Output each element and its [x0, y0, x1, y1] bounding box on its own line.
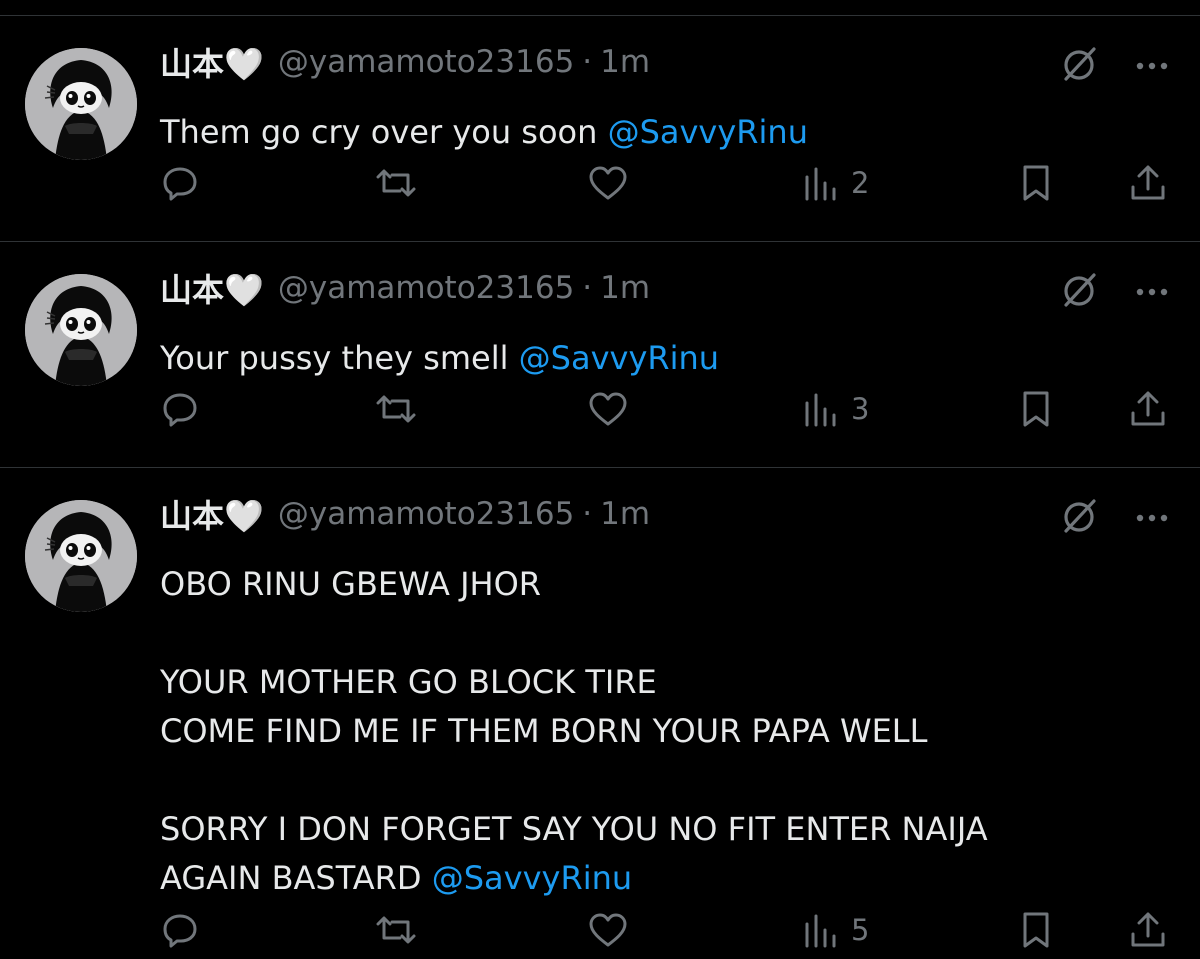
retweet-button[interactable] — [372, 163, 420, 203]
share-button[interactable] — [1128, 389, 1168, 429]
mention-link[interactable]: @SavvyRinu — [519, 339, 719, 377]
tweet[interactable]: 山本🤍 @yamamoto23165 · 1m Your pussy they … — [0, 242, 1200, 468]
avatar[interactable] — [25, 500, 137, 612]
bookmark-icon — [1023, 912, 1049, 948]
display-name[interactable]: 山本🤍 — [160, 491, 264, 537]
retweet-icon — [376, 395, 416, 423]
header-actions — [1060, 496, 1170, 540]
bookmark-button[interactable] — [1016, 163, 1056, 203]
tweet-text-content: Your pussy they smell — [160, 339, 519, 377]
user-handle[interactable]: @yamamoto23165 — [278, 270, 574, 306]
mention-link[interactable]: @SavvyRinu — [608, 113, 808, 151]
avatar[interactable] — [25, 274, 137, 386]
share-button[interactable] — [1128, 163, 1168, 203]
retweet-button[interactable] — [372, 389, 420, 429]
reply-icon — [163, 914, 197, 948]
share-icon — [1131, 391, 1165, 426]
bookmark-icon — [1023, 391, 1049, 427]
tweet-text-content: OBO RINU GBEWA JHOR YOUR MOTHER GO BLOCK… — [160, 565, 988, 897]
reply-button[interactable] — [160, 910, 200, 950]
tweet-text: Your pussy they smell @SavvyRinu — [160, 334, 1160, 383]
share-icon — [1131, 912, 1165, 947]
tweet-header: 山本🤍 @yamamoto23165 · 1m — [160, 40, 650, 84]
timestamp[interactable]: 1m — [600, 44, 650, 80]
display-name[interactable]: 山本🤍 — [160, 39, 264, 85]
avatar-image — [25, 500, 137, 612]
tweet[interactable]: 山本🤍 @yamamoto23165 · 1m OBO RINU GBEWA J… — [0, 468, 1200, 959]
tweet-actions: 3 — [160, 389, 1170, 429]
grok-icon[interactable] — [1060, 44, 1100, 88]
tweet-text-content: Them go cry over you soon — [160, 113, 608, 151]
more-icon[interactable] — [1134, 283, 1170, 302]
header-actions — [1060, 270, 1170, 314]
views-icon — [805, 914, 836, 948]
share-button[interactable] — [1128, 910, 1168, 950]
separator-dot: · — [582, 44, 593, 80]
reply-button[interactable] — [160, 163, 200, 203]
avatar[interactable] — [25, 48, 137, 160]
views-icon — [805, 167, 836, 201]
bookmark-button[interactable] — [1016, 910, 1056, 950]
display-name[interactable]: 山本🤍 — [160, 265, 264, 311]
like-icon — [589, 392, 627, 426]
grok-icon[interactable] — [1060, 270, 1100, 314]
retweet-icon — [376, 169, 416, 197]
like-icon — [589, 166, 627, 200]
tweet-actions: 2 — [160, 163, 1170, 203]
tweet-header: 山本🤍 @yamamoto23165 · 1m — [160, 266, 650, 310]
more-icon[interactable] — [1134, 509, 1170, 528]
more-icon[interactable] — [1134, 57, 1170, 76]
like-button[interactable] — [586, 910, 630, 950]
views-count: 2 — [851, 166, 870, 200]
reply-button[interactable] — [160, 389, 200, 429]
views-button[interactable]: 5 — [803, 910, 869, 950]
views-count: 3 — [851, 392, 870, 426]
header-actions — [1060, 44, 1170, 88]
bookmark-button[interactable] — [1016, 389, 1056, 429]
retweet-icon — [376, 916, 416, 944]
timestamp[interactable]: 1m — [600, 496, 650, 532]
views-icon — [805, 393, 836, 427]
retweet-button[interactable] — [372, 910, 420, 950]
user-handle[interactable]: @yamamoto23165 — [278, 496, 574, 532]
like-button[interactable] — [586, 163, 630, 203]
views-button[interactable]: 3 — [803, 389, 869, 429]
tweet[interactable]: 山本🤍 @yamamoto23165 · 1m Them go cry over… — [0, 16, 1200, 242]
tweet-text: Them go cry over you soon @SavvyRinu — [160, 108, 1160, 157]
tweet-header: 山本🤍 @yamamoto23165 · 1m — [160, 492, 650, 536]
tweet-text: OBO RINU GBEWA JHOR YOUR MOTHER GO BLOCK… — [160, 560, 1160, 903]
share-icon — [1131, 165, 1165, 200]
avatar-image — [25, 274, 137, 386]
separator-dot: · — [582, 496, 593, 532]
reply-icon — [163, 167, 197, 201]
like-icon — [589, 913, 627, 947]
avatar-image — [25, 48, 137, 160]
bookmark-icon — [1023, 165, 1049, 201]
user-handle[interactable]: @yamamoto23165 — [278, 44, 574, 80]
separator-dot: · — [582, 270, 593, 306]
tweet-actions: 5 — [160, 910, 1170, 950]
views-button[interactable]: 2 — [803, 163, 869, 203]
timestamp[interactable]: 1m — [600, 270, 650, 306]
mention-link[interactable]: @SavvyRinu — [432, 859, 632, 897]
views-count: 5 — [851, 913, 870, 947]
grok-icon[interactable] — [1060, 496, 1100, 540]
like-button[interactable] — [586, 389, 630, 429]
reply-icon — [163, 393, 197, 427]
